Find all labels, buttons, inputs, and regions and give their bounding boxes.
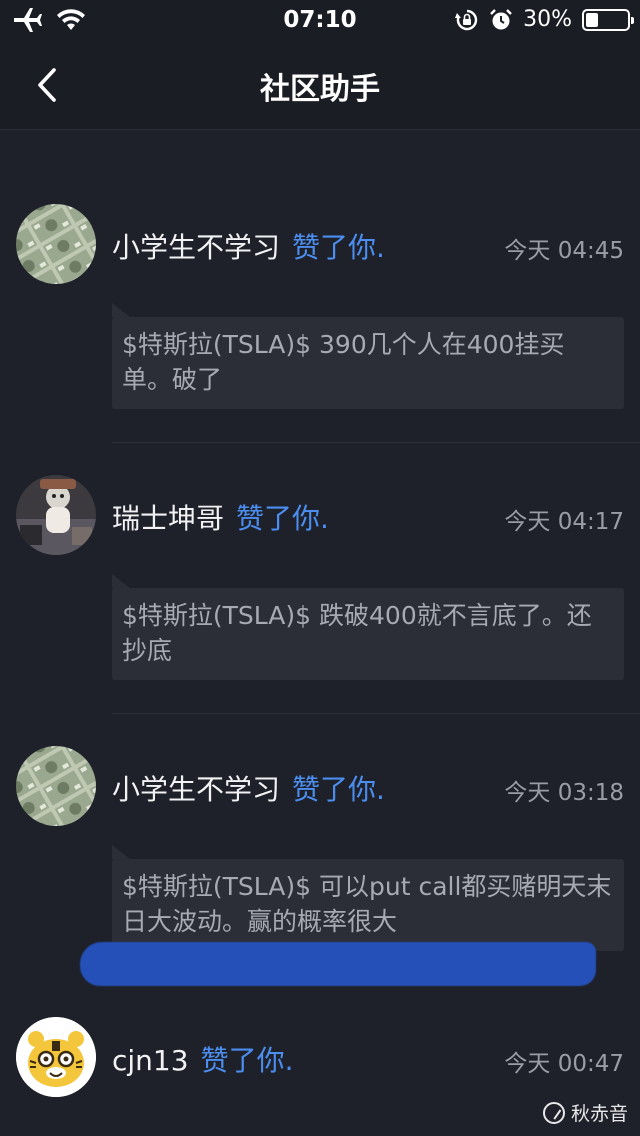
timestamp: 今天 04:17: [504, 509, 624, 535]
quoted-post[interactable]: $特斯拉(TSLA)$ 390几个人在400挂买单。破了: [112, 317, 624, 409]
nav-bar: 社区助手: [0, 40, 640, 130]
username[interactable]: 小学生不学习: [112, 226, 280, 266]
watermark-icon: [542, 1101, 565, 1124]
redaction-mark: [80, 942, 596, 986]
photo-avatar[interactable]: [16, 475, 96, 555]
page-title: 社区助手: [260, 72, 380, 107]
timestamp: 今天 04:45: [504, 238, 624, 264]
money-avatar[interactable]: [16, 204, 96, 284]
username[interactable]: cjn13: [112, 1044, 189, 1077]
like-action-text: 赞了你.: [236, 502, 329, 535]
like-action-text: 赞了你.: [292, 773, 385, 806]
divider: [112, 713, 640, 714]
quoted-post[interactable]: $特斯拉(TSLA)$ 可以put call都买赌明天末日大波动。赢的概率很大: [112, 859, 624, 951]
username[interactable]: 小学生不学习: [112, 768, 280, 808]
like-action-text: 赞了你.: [292, 231, 385, 264]
battery-icon: [582, 8, 634, 31]
watermark: 秋赤音: [542, 1099, 628, 1126]
status-bar: 07:10 30%: [0, 0, 640, 40]
timestamp: 今天 00:47: [504, 1051, 624, 1077]
quoted-post[interactable]: $特斯拉(TSLA)$ 跌破400就不言底了。还抄底: [112, 588, 624, 680]
divider: [112, 442, 640, 443]
money-avatar[interactable]: [16, 746, 96, 826]
timestamp: 今天 03:18: [504, 780, 624, 806]
tiger-avatar[interactable]: [16, 1017, 96, 1097]
watermark-text: 秋赤音: [570, 1103, 628, 1125]
battery-percent: 30%: [523, 7, 572, 32]
username[interactable]: 瑞士坤哥: [112, 497, 224, 537]
battery-level: [586, 12, 598, 27]
rotation-lock-icon: [455, 9, 478, 30]
alarm-icon: [490, 8, 512, 29]
like-action-text: 赞了你.: [200, 1044, 294, 1077]
